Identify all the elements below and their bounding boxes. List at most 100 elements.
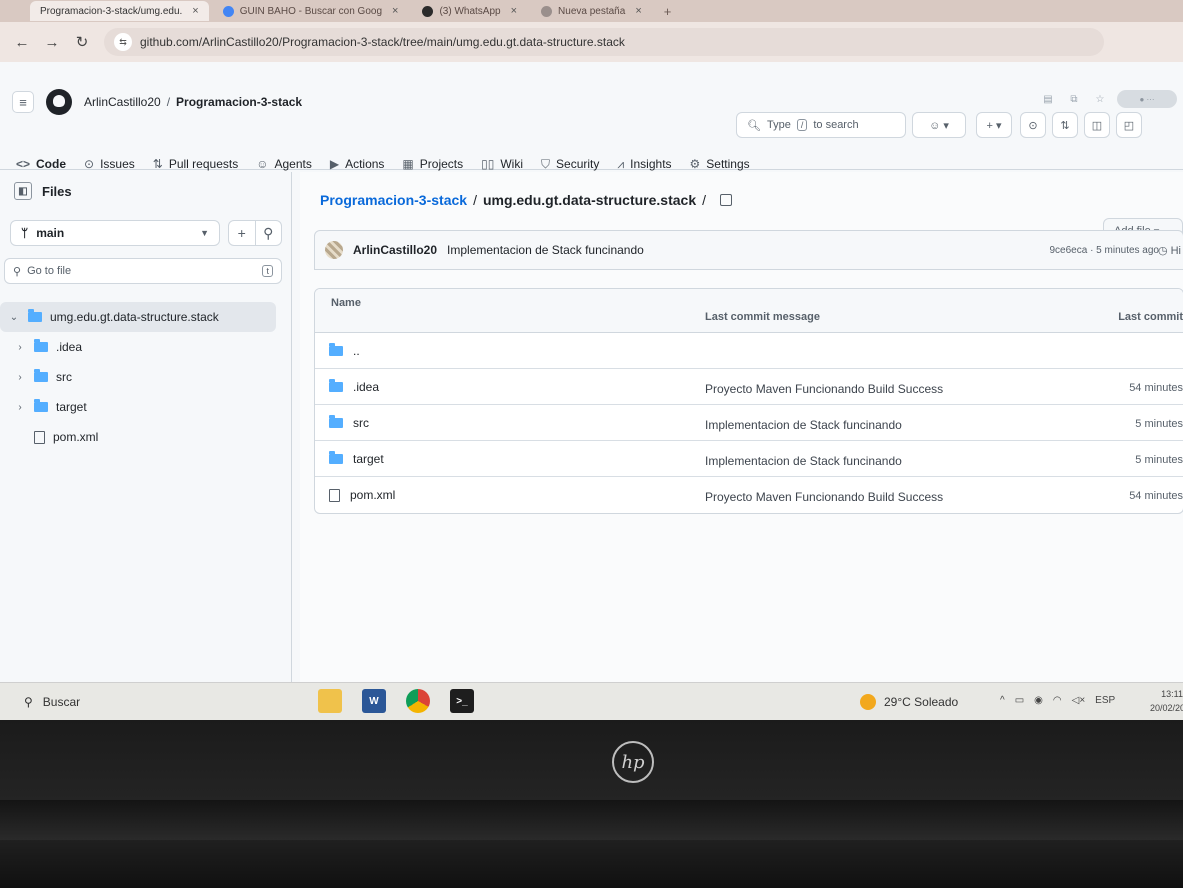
row-name[interactable]: .. <box>353 344 360 358</box>
share-icon[interactable]: ⧉ <box>1065 91 1083 107</box>
new-tab-button[interactable]: + <box>656 4 680 19</box>
clock[interactable]: 13:11 20/02/20 <box>1150 687 1183 715</box>
commit-meta[interactable]: 9ce6eca · 5 minutes ago <box>1049 245 1159 256</box>
url-field[interactable]: ⇆ github.com/ArlinCastillo20/Programacio… <box>104 28 1104 56</box>
google-icon <box>222 5 234 17</box>
tree-item-label: .idea <box>56 340 83 354</box>
issues-icon[interactable]: ⊙ <box>1020 112 1046 138</box>
commit-author[interactable]: ArlinCastillo20 <box>353 243 437 257</box>
back-icon[interactable]: ← <box>14 34 30 51</box>
chevron-right-icon[interactable]: › <box>14 342 26 353</box>
word-icon[interactable]: W <box>362 689 386 713</box>
pull-requests-icon[interactable]: ⇅ <box>1052 112 1078 138</box>
copilot-button[interactable]: ☺ ▾ <box>912 112 966 138</box>
main-content: Programacion-3-stack / umg.edu.gt.data-s… <box>300 172 1183 682</box>
avatar[interactable] <box>325 241 343 259</box>
breadcrumb-repo-link[interactable]: Programacion-3-stack <box>320 192 467 208</box>
notifications-icon[interactable]: ◰ <box>1116 112 1142 138</box>
search-placeholder-suffix: to search <box>813 119 859 131</box>
close-icon[interactable]: × <box>192 5 198 17</box>
table-row[interactable]: .idea Proyecto Maven Funcionando Build S… <box>315 369 1183 405</box>
github-logo-icon[interactable] <box>46 89 72 115</box>
row-commit-message[interactable]: Proyecto Maven Funcionando Build Success <box>705 490 943 504</box>
chevron-up-icon[interactable]: ^ <box>1000 695 1005 706</box>
close-icon[interactable]: × <box>392 5 398 17</box>
collapse-panel-icon[interactable]: ◧ <box>14 182 32 200</box>
wiki-icon: ▯▯ <box>481 157 495 171</box>
close-icon[interactable]: × <box>511 5 517 17</box>
row-name[interactable]: src <box>353 416 369 430</box>
row-name[interactable]: pom.xml <box>350 488 395 502</box>
pull-request-icon: ⇅ <box>152 157 163 171</box>
commit-message[interactable]: Implementacion de Stack funcinando <box>447 243 644 257</box>
breadcrumb-separator: / <box>702 192 706 208</box>
history-icon[interactable]: ◷ Hi <box>1158 244 1181 257</box>
create-new-button[interactable]: + ▾ <box>976 112 1012 138</box>
browser-tab-whatsapp[interactable]: (3) WhatsApp × <box>412 1 527 21</box>
row-commit-message[interactable]: Proyecto Maven Funcionando Build Success <box>705 382 943 396</box>
browser-tab-new[interactable]: Nueva pestaña × <box>531 1 652 21</box>
copy-path-icon[interactable] <box>720 194 732 206</box>
browser-tab-github[interactable]: Programacion-3-stack/umg.edu. × <box>30 1 209 21</box>
chevron-right-icon[interactable]: › <box>14 402 26 413</box>
volume-icon[interactable]: ◁× <box>1072 695 1086 706</box>
translate-icon[interactable]: ▤ <box>1039 91 1057 107</box>
table-row[interactable]: .. <box>315 333 1183 369</box>
wifi-icon[interactable]: ◠ <box>1053 695 1062 706</box>
network-icon[interactable]: ◉ <box>1034 695 1043 706</box>
language-indicator[interactable]: ESP <box>1095 695 1115 706</box>
tab-label: Actions <box>345 157 385 171</box>
browser-tab-google[interactable]: GUIN BAHO - Buscar con Goog × <box>213 1 409 21</box>
chrome-icon[interactable] <box>406 689 430 713</box>
tree-item-idea[interactable]: › .idea <box>0 332 276 362</box>
tree-item-label: pom.xml <box>53 430 99 444</box>
reload-icon[interactable]: ↻ <box>74 33 90 51</box>
tree-item-pom[interactable]: pom.xml <box>0 422 276 452</box>
add-file-icon[interactable]: + <box>229 221 255 245</box>
address-bar-row: ← → ↻ ⇆ github.com/ArlinCastillo20/Progr… <box>0 22 1183 62</box>
file-explorer-icon[interactable] <box>318 689 342 713</box>
weather-text: 29°C Soleado <box>884 695 959 709</box>
table-row[interactable]: src Implementacion de Stack funcinando 5… <box>315 405 1183 441</box>
files-header: ◧ Files <box>14 182 72 200</box>
terminal-icon[interactable]: >_ <box>450 689 474 713</box>
table-row[interactable]: target Implementacion de Stack funcinand… <box>315 441 1183 477</box>
tree-item-label: src <box>56 370 72 384</box>
forward-icon[interactable]: → <box>44 34 60 51</box>
row-commit-message[interactable]: Implementacion de Stack funcinando <box>705 418 902 432</box>
owner-link[interactable]: ArlinCastillo20 <box>84 95 161 109</box>
row-commit-message[interactable]: Implementacion de Stack funcinando <box>705 454 902 468</box>
inbox-icon[interactable]: ◫ <box>1084 112 1110 138</box>
row-name[interactable]: target <box>353 452 384 466</box>
row-commit-time: 5 minutes <box>1135 418 1183 430</box>
tab-label: Security <box>556 157 600 171</box>
breadcrumb-separator: / <box>166 95 171 109</box>
chevron-right-icon[interactable]: › <box>14 372 26 383</box>
go-to-file-shortcut: t <box>262 265 273 277</box>
laptop-bezel: hp <box>0 720 1183 888</box>
code-icon: <> <box>16 157 31 171</box>
chevron-down-icon: ▼ <box>200 228 209 238</box>
file-table: Name Last commit message Last commit .. … <box>314 288 1183 514</box>
search-input[interactable]: 🔍︎ Type / to search <box>736 112 906 138</box>
branch-selector[interactable]: ᛘ main ▼ <box>10 220 220 246</box>
projects-icon: ▦ <box>402 157 414 171</box>
tab-label: Code <box>36 157 67 171</box>
chevron-down-icon[interactable]: ⌄ <box>8 312 20 323</box>
star-icon[interactable]: ☆ <box>1091 91 1109 107</box>
search-icon[interactable]: ⚲ <box>254 221 282 245</box>
battery-icon[interactable]: ▭ <box>1015 695 1024 706</box>
taskbar-search[interactable]: ⚲ Buscar <box>12 689 292 715</box>
profile-button[interactable]: ● ··· <box>1117 90 1177 108</box>
row-name[interactable]: .idea <box>353 380 379 394</box>
close-icon[interactable]: × <box>635 5 641 17</box>
weather-widget[interactable]: 29°C Soleado <box>860 694 958 710</box>
table-row[interactable]: pom.xml Proyecto Maven Funcionando Build… <box>315 477 1183 513</box>
tree-item-root-folder[interactable]: ⌄ umg.edu.gt.data-structure.stack <box>0 302 276 332</box>
tree-item-target[interactable]: › target <box>0 392 276 422</box>
site-info-icon[interactable]: ⇆ <box>114 33 132 51</box>
tree-item-src[interactable]: › src <box>0 362 276 392</box>
menu-icon[interactable]: ≡ <box>12 91 34 113</box>
repo-link[interactable]: Programacion-3-stack <box>176 95 302 109</box>
go-to-file-input[interactable]: ⚲ Go to file t <box>4 258 282 284</box>
